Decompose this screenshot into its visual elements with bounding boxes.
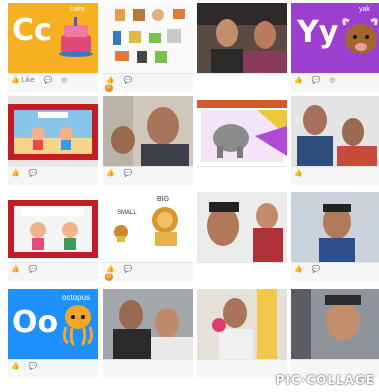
collage-row-2: 👍 💬 👍 💬 👍 <box>8 96 379 185</box>
tile-girl-with-ball <box>197 289 287 378</box>
label-big: BIG <box>157 196 170 203</box>
tile-woman-and-man <box>103 289 193 378</box>
small-big-slide: SMALL BIG <box>103 192 193 262</box>
man-video-frame <box>103 96 193 166</box>
collage-row-3: 👍 💬 SMALL BIG 👍 💬 P 👍 💬 <box>8 192 379 281</box>
tile-family-video-1 <box>197 3 287 92</box>
tile-boy-closeup <box>291 289 379 378</box>
worksheet-image <box>103 3 193 73</box>
tile-meta-bar: 👍 💬 <box>8 262 98 281</box>
collage-row-4: Oo octopus 👍 💬 <box>8 289 379 378</box>
tile-meta-bar: 👍 💬 <box>8 359 98 378</box>
man-woman-video-frame <box>197 192 287 262</box>
tile-worksheet: 👍 💬 P <box>103 3 193 92</box>
letter-yy: Yy <box>297 15 339 50</box>
pic-collage-watermark: PIC·COLLAGE <box>275 373 375 387</box>
tile-couple-video: 👍 <box>291 96 379 185</box>
yak-flashcard: Yy yak <box>291 3 379 73</box>
tile-meta-bar: 👍 💬 ◎ <box>291 73 379 92</box>
tile-elephant-slide <box>197 96 287 185</box>
tile-cartoon-beach: 👍 💬 <box>8 96 98 185</box>
couple-video-frame <box>291 96 379 166</box>
tile-small-big: SMALL BIG 👍 💬 P <box>103 192 193 281</box>
word-octopus: octopus <box>62 293 91 302</box>
tile-meta-bar <box>197 73 287 92</box>
family-video-frame <box>197 3 287 73</box>
tile-cartoon-kids: 👍 💬 <box>8 192 98 281</box>
cartoon-kids-frame <box>8 192 98 262</box>
collage-row-1: Cc cake 👍 Like 💬 ◎ 👍 💬 P Yy yak 👍 💬 ◎ <box>8 3 379 92</box>
tile-boy-video: 👍 💬 <box>291 192 379 281</box>
photo-collage: Cc cake 👍 Like 💬 ◎ 👍 💬 P Yy yak 👍 💬 ◎ 👍 … <box>0 0 379 392</box>
tile-octopus: Oo octopus 👍 💬 <box>8 289 98 378</box>
octopus-icon <box>62 305 94 347</box>
tile-meta-bar: 👍 💬 P <box>103 262 193 281</box>
tile-meta-bar <box>197 359 287 378</box>
tile-man-and-woman <box>197 192 287 281</box>
cartoon-video-frame <box>8 96 98 166</box>
cake-flashcard: Cc cake <box>8 3 98 73</box>
avatar: P <box>105 84 113 92</box>
tile-meta-bar: 👍 💬 <box>291 262 379 281</box>
boy-video-frame <box>291 192 379 262</box>
tile-meta-bar <box>103 359 193 378</box>
avatar: P <box>105 273 113 281</box>
cake-icon <box>59 17 93 57</box>
small-lion-icon <box>114 225 128 242</box>
tile-meta-bar <box>197 166 287 185</box>
letter-oo: Oo <box>12 305 59 340</box>
label-small: SMALL <box>117 210 137 216</box>
tile-man-selfie: 👍 💬 <box>103 96 193 185</box>
word-yak: yak <box>359 6 370 13</box>
tile-yak: Yy yak 👍 💬 ◎ <box>291 3 379 92</box>
yak-icon <box>342 18 378 54</box>
woman-man-video-frame <box>103 289 193 359</box>
big-lion-icon <box>152 207 178 246</box>
octopus-flashcard: Oo octopus <box>8 289 98 359</box>
girl-video-frame <box>197 289 287 359</box>
tile-meta-bar: 👍 Like 💬 ◎ <box>8 73 98 92</box>
tile-meta-bar: 👍 💬 <box>8 166 98 185</box>
tile-meta-bar: 👍 💬 P <box>103 73 193 92</box>
tile-cake: Cc cake 👍 Like 💬 ◎ <box>8 3 98 92</box>
letter-cc: Cc <box>12 13 52 48</box>
tile-meta-bar <box>197 262 287 281</box>
elephant-slide-image <box>197 96 287 166</box>
tile-meta-bar: 👍 <box>291 166 379 185</box>
word-cake: cake <box>70 6 85 13</box>
boy-closeup-frame <box>291 289 379 359</box>
tile-meta-bar: 👍 💬 <box>103 166 193 185</box>
